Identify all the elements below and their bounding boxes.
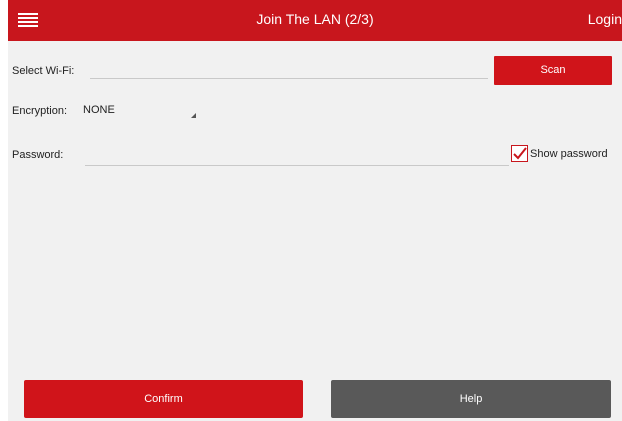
dropdown-arrow-icon xyxy=(191,113,196,118)
wifi-input[interactable] xyxy=(90,62,488,79)
scan-button[interactable]: Scan xyxy=(494,56,612,85)
password-label: Password: xyxy=(12,149,64,161)
encryption-select[interactable]: NONE xyxy=(83,104,198,120)
help-button[interactable]: Help xyxy=(331,380,611,418)
password-input[interactable] xyxy=(85,149,509,166)
confirm-button[interactable]: Confirm xyxy=(24,380,303,418)
encryption-label: Encryption: xyxy=(12,105,68,117)
checkmark-icon xyxy=(513,147,527,160)
page-title: Join The LAN (2/3) xyxy=(256,11,374,27)
show-password-label[interactable]: Show password xyxy=(530,148,608,160)
top-app-bar: Join The LAN (2/3) Login xyxy=(8,0,622,41)
wifi-label: Select Wi-Fi: xyxy=(12,65,75,77)
join-lan-screen: Join The LAN (2/3) Login Select Wi-Fi: S… xyxy=(8,0,622,421)
login-link[interactable]: Login xyxy=(588,11,622,27)
show-password-checkbox[interactable] xyxy=(511,145,528,162)
